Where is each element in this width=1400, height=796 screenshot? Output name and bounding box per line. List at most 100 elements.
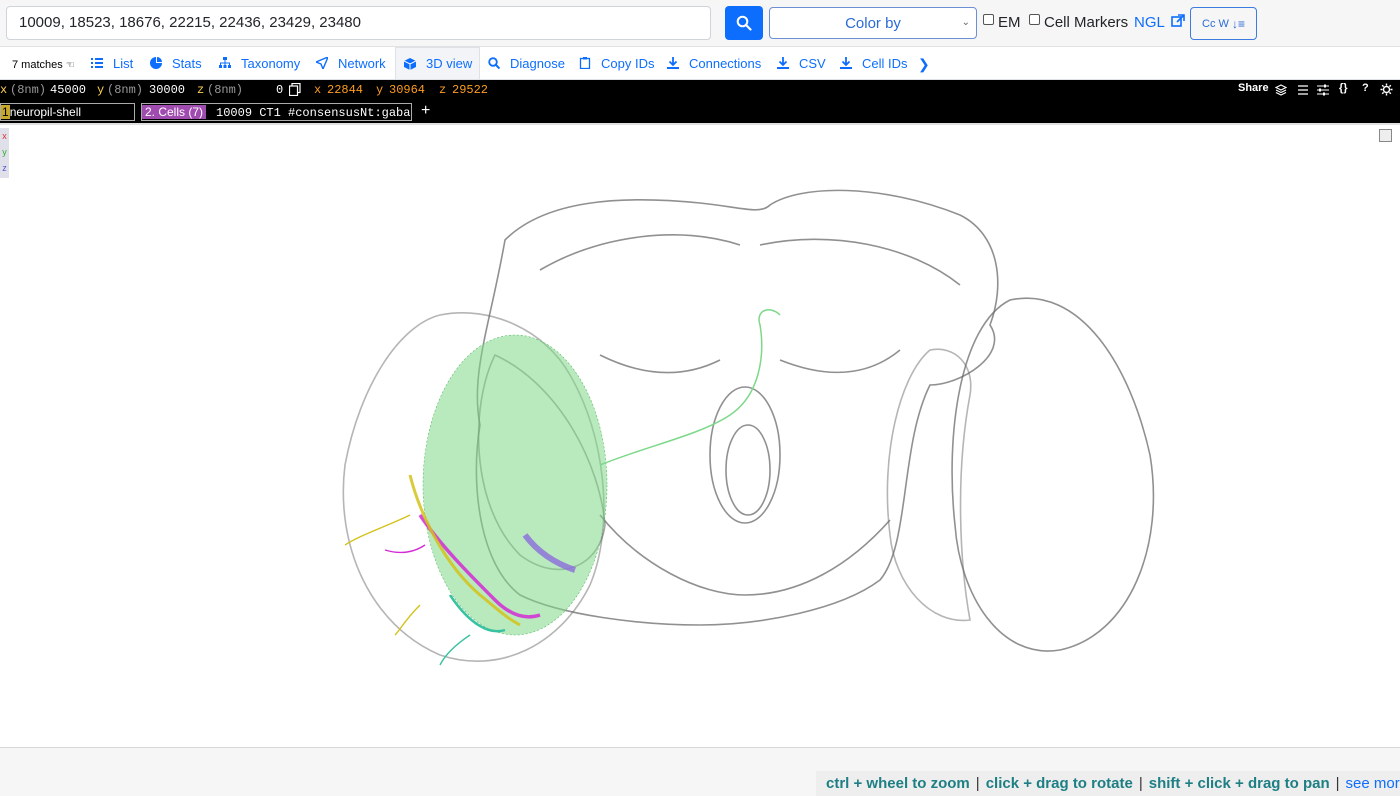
tab-bar: 7 matches ☜ List Stats Taxonomy Network … xyxy=(0,47,1400,80)
ngl-label: NGL xyxy=(1134,14,1165,31)
layer-neuropil-shell[interactable]: 1neuropil-shell xyxy=(0,103,135,121)
list-icon[interactable] xyxy=(1298,84,1308,96)
x-label: x xyxy=(0,83,8,97)
cursor-z-label: z xyxy=(439,83,447,97)
cursor-z-value: 29522 xyxy=(452,83,489,97)
neuron-green-axon xyxy=(599,309,781,466)
cursor-x-label: x xyxy=(314,83,322,97)
x-unit: (8nm) xyxy=(10,83,47,97)
tab-csv-label: CSV xyxy=(799,55,826,71)
hint-rotate: click + drag to rotate xyxy=(985,775,1133,792)
tab-taxonomy[interactable]: Taxonomy xyxy=(219,47,300,79)
tab-list[interactable]: List xyxy=(91,47,133,79)
neuron-green-arbor xyxy=(422,334,608,636)
hand-pointer-icon: ☜ xyxy=(65,60,75,71)
chevron-down-icon: ⌄ xyxy=(961,17,970,28)
cell-markers-checkbox[interactable] xyxy=(1029,14,1040,25)
layers-icon[interactable] xyxy=(1275,84,1287,96)
download-icon xyxy=(777,57,789,69)
right-medulla-outline xyxy=(886,348,972,622)
cursor-y-value: 30964 xyxy=(389,83,426,97)
z-unit: (8nm) xyxy=(207,83,244,97)
help-icon[interactable]: ? xyxy=(1362,82,1369,94)
coordinate-bar: x (8nm) 45000 y (8nm) 30000 z (8nm) 0 x … xyxy=(0,80,1400,101)
neuron-magenta-branch xyxy=(384,544,426,554)
x-value[interactable]: 45000 xyxy=(50,83,86,97)
list-icon xyxy=(91,58,103,68)
central-brain-inner xyxy=(539,234,961,374)
tab-3d-view-label: 3D view xyxy=(426,56,473,71)
tab-copy-ids[interactable]: Copy IDs xyxy=(579,47,654,79)
share-button[interactable]: Share xyxy=(1238,82,1269,94)
tab-connections[interactable]: Connections xyxy=(667,47,761,79)
sort-button[interactable]: Cc W ↓≡ xyxy=(1190,7,1257,40)
layer-cells[interactable]: 2. Cells (7) 10009 CT1 #consensusNt:gaba xyxy=(141,103,412,121)
brain-3d-render[interactable] xyxy=(0,125,1400,745)
em-label: EM xyxy=(998,14,1021,31)
cursor-x-value: 22844 xyxy=(327,83,364,97)
copy-icon[interactable] xyxy=(288,82,301,100)
color-by-select[interactable]: Color by ⌄ xyxy=(769,7,977,39)
layer-number: 1 xyxy=(1,105,10,119)
neuron-yellow-branch xyxy=(344,514,421,636)
download-icon xyxy=(667,57,679,69)
cursor-y-label: y xyxy=(376,83,384,97)
tab-csv[interactable]: CSV xyxy=(777,47,826,79)
tab-connections-label: Connections xyxy=(689,55,762,71)
ngl-link[interactable]: NGL xyxy=(1134,14,1186,31)
tab-diagnose-label: Diagnose xyxy=(510,55,565,71)
pie-chart-icon xyxy=(150,57,162,69)
esophagus-inner xyxy=(725,424,771,516)
search-input[interactable]: 10009, 18523, 18676, 22215, 22436, 23429… xyxy=(6,6,711,40)
clipboard-icon xyxy=(579,57,591,69)
z-value[interactable]: 0 xyxy=(276,83,283,97)
tab-cell-ids[interactable]: Cell IDs xyxy=(840,47,908,79)
magnifier-icon xyxy=(488,57,500,69)
axis-z: z xyxy=(2,163,7,173)
y-unit: (8nm) xyxy=(107,83,144,97)
external-link-icon xyxy=(1171,14,1186,27)
axis-y: y xyxy=(2,147,7,157)
send-icon xyxy=(316,57,328,69)
download-icon xyxy=(840,57,852,69)
cell-markers-label: Cell Markers xyxy=(1044,14,1129,31)
matches-count[interactable]: 7 matches ☜ xyxy=(12,59,75,71)
y-label: y xyxy=(97,83,105,97)
sliders-icon[interactable] xyxy=(1317,84,1329,96)
chevron-right-icon[interactable]: ❯ xyxy=(918,56,930,73)
em-checkbox[interactable] xyxy=(983,14,994,25)
layer-tag: 2. Cells (7) xyxy=(142,105,207,119)
right-optic-lobe-outline xyxy=(951,297,1155,652)
tab-stats-label: Stats xyxy=(172,55,202,71)
gear-icon[interactable] xyxy=(1380,83,1393,96)
search-button[interactable] xyxy=(725,6,763,40)
z-label: z xyxy=(197,83,205,97)
tab-network[interactable]: Network xyxy=(316,47,386,79)
tab-copy-ids-label: Copy IDs xyxy=(601,55,655,71)
sort-icon: ↓≡ xyxy=(1231,16,1245,31)
tab-list-label: List xyxy=(113,55,134,71)
tab-network-label: Network xyxy=(338,55,386,71)
tab-cell-ids-label: Cell IDs xyxy=(862,55,908,71)
tab-3d-view[interactable]: 3D view xyxy=(395,47,480,79)
hint-pan: shift + click + drag to pan xyxy=(1148,775,1330,792)
add-layer-button[interactable]: + xyxy=(421,102,430,120)
axes-indicator: x y z xyxy=(0,128,9,178)
see-more-link[interactable]: see more xyxy=(1346,775,1400,792)
maximize-panel-button[interactable] xyxy=(1379,129,1392,142)
layer-bar: 1neuropil-shell 2. Cells (7) 10009 CT1 #c… xyxy=(0,101,1400,123)
hint-zoom: ctrl + wheel to zoom xyxy=(826,775,970,792)
tab-stats[interactable]: Stats xyxy=(150,47,202,79)
search-icon xyxy=(736,15,752,31)
tab-diagnose[interactable]: Diagnose xyxy=(488,47,565,79)
json-icon[interactable]: {} xyxy=(1339,82,1348,94)
tab-taxonomy-label: Taxonomy xyxy=(241,55,301,71)
navigation-hints: ctrl + wheel to zoom | click + drag to rot… xyxy=(816,771,1400,796)
3d-viewer-panel[interactable] xyxy=(0,123,1400,748)
layer-name: neuropil-shell xyxy=(9,105,82,119)
layer-name: 10009 CT1 #consensusNt:gaba xyxy=(216,106,411,120)
top-bar: 10009, 18523, 18676, 22215, 22436, 23429… xyxy=(0,0,1400,47)
hierarchy-icon xyxy=(219,57,231,68)
cube-icon xyxy=(404,57,416,70)
y-value[interactable]: 30000 xyxy=(149,83,185,97)
